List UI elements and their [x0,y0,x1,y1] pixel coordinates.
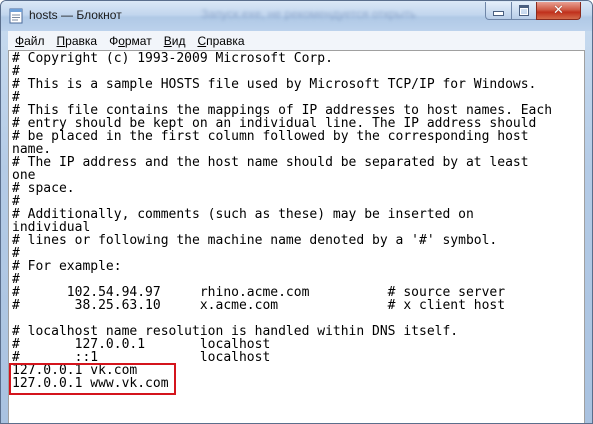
menu-edit[interactable]: Правка [52,34,103,48]
minimize-icon [493,11,504,16]
minimize-button[interactable] [485,2,512,20]
text-line: # For example: [12,259,122,274]
text-line: # The IP address and the host name shoul… [12,155,529,170]
text-line: # Copyright (c) 1993-2009 Microsoft Corp… [12,51,333,66]
close-icon: ✕ [553,3,564,18]
text-line: # be placed in the first column followed… [12,129,529,144]
highlight-box [9,363,176,395]
text-line: # lines or following the machine name de… [12,233,498,248]
maximize-button[interactable] [511,2,537,20]
menu-bar: Файл Правка Формат Вид Справка [8,31,585,50]
background-blurred-text: Запуск.exe, не рекомендуется открыть [201,7,417,21]
maximize-icon [519,5,529,16]
notepad-icon [9,8,23,24]
menu-help[interactable]: Справка [192,34,249,48]
text-line: # space. [12,181,75,196]
menu-view[interactable]: Вид [159,34,191,48]
hosts-file-content[interactable]: # Copyright (c) 1993-2009 Microsoft Corp… [12,52,552,390]
text-line: # 38.25.63.10 x.acme.com # x client host [12,298,506,313]
title-bar[interactable]: hosts — Блокнот Запуск.exe, не рекоменду… [1,1,592,31]
window-title: hosts — Блокнот [29,8,122,22]
notepad-window: hosts — Блокнот Запуск.exe, не рекоменду… [0,0,593,424]
text-line: # This is a sample HOSTS file used by Mi… [12,77,537,92]
menu-file[interactable]: Файл [8,34,50,48]
close-button[interactable]: ✕ [536,2,581,20]
menu-format[interactable]: Формат [104,34,157,48]
